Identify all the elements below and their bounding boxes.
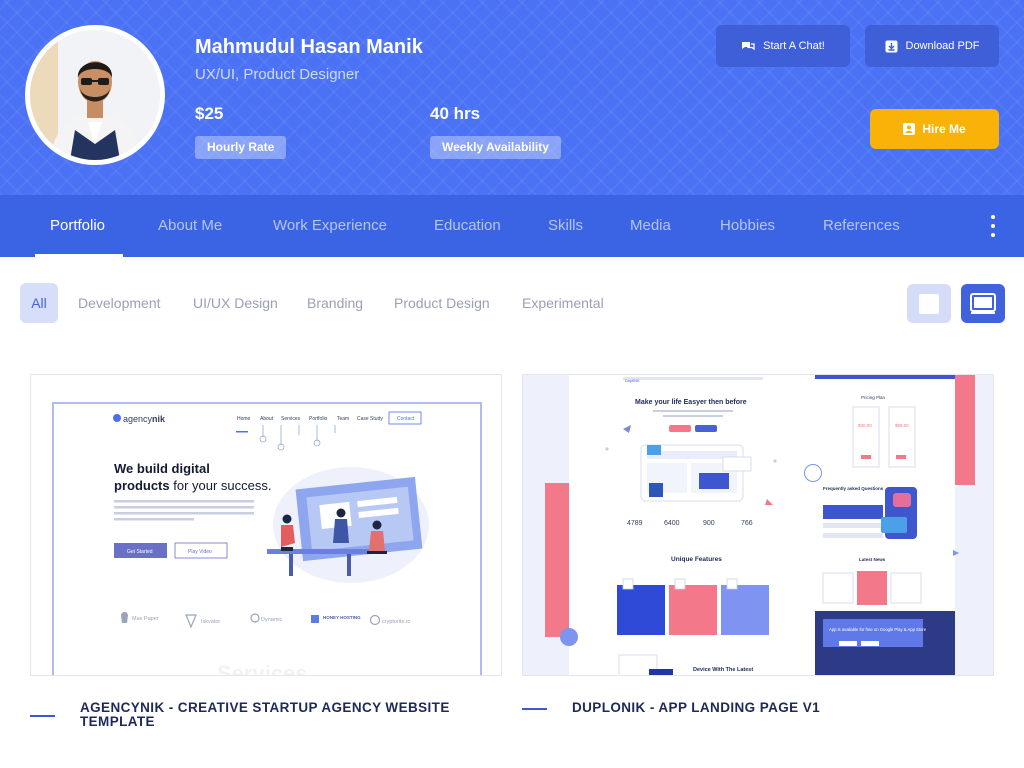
svg-text:900: 900 [703, 520, 715, 527]
hire-me-label: Hire Me [922, 122, 966, 136]
download-icon [885, 40, 897, 52]
profile-role: UX/UI, Product Designer [195, 66, 360, 83]
svg-text:products for your success.: products for your success. [114, 478, 272, 493]
svg-text:766: 766 [741, 520, 753, 527]
svg-text:6400: 6400 [664, 520, 680, 527]
filter-branding[interactable]: Branding [307, 283, 363, 323]
agencynik-mockup: agencynik Home About Services Portfolio … [31, 375, 501, 675]
svg-text:Home: Home [237, 416, 251, 422]
start-chat-button[interactable]: Start A Chat! [716, 25, 850, 67]
svg-text:Latest News: Latest News [859, 557, 886, 562]
svg-text:HONEY HOSTING: HONEY HOSTING [323, 615, 361, 620]
svg-text:Device With The Latest: Device With The Latest [693, 667, 753, 673]
svg-text:Play Video: Play Video [188, 549, 212, 555]
svg-text:We build digital: We build digital [114, 461, 210, 476]
hourly-rate-value: $25 [195, 104, 224, 123]
tab-work-experience[interactable]: Work Experience [273, 195, 387, 257]
svg-text:Services: Services [217, 661, 308, 675]
filter-all[interactable]: All [20, 283, 58, 323]
svg-text:Iskvator: Iskvator [201, 619, 220, 625]
download-pdf-label: Download PDF [905, 40, 980, 52]
svg-text:4789: 4789 [627, 520, 643, 527]
svg-text:$99.00: $99.00 [895, 423, 909, 428]
small-grid-icon [919, 293, 939, 314]
svg-text:Contact: Contact [397, 416, 415, 422]
agencynik-preview-image[interactable]: agencynik Home About Services Portfolio … [30, 374, 502, 676]
active-tab-indicator [35, 254, 123, 257]
svg-text:cryptorite.io: cryptorite.io [382, 619, 410, 625]
duplonik-card-title[interactable]: DUPLONIK - APP LANDING PAGE V1 [572, 701, 972, 715]
profile-header: Mahmudul Hasan Manik UX/UI, Product Desi… [0, 0, 1024, 195]
duplonik-mockup: DupliNK Make your life Easyer then befor… [523, 375, 993, 675]
svg-text:Pricing Plan: Pricing Plan [861, 395, 886, 400]
tab-references[interactable]: References [823, 195, 900, 257]
agencynik-card-title[interactable]: AGENCYNIK - CREATIVE STARTUP AGENCY WEBS… [80, 701, 480, 729]
profile-name: Mahmudul Hasan Manik [195, 36, 423, 58]
svg-text:Make your life Easyer then bef: Make your life Easyer then before [635, 399, 747, 406]
small-grid-view-button[interactable] [907, 284, 951, 323]
download-pdf-button[interactable]: Download PDF [865, 25, 999, 67]
weekly-availability-badge: Weekly Availability [430, 136, 561, 159]
filter-experimental[interactable]: Experimental [522, 283, 604, 323]
svg-text:Portfolio: Portfolio [309, 416, 328, 422]
user-card-icon [903, 123, 916, 135]
svg-text:Unique Features: Unique Features [671, 556, 722, 563]
tab-skills[interactable]: Skills [548, 195, 583, 257]
filter-product-design[interactable]: Product Design [394, 283, 490, 323]
weekly-availability-value: 40 hrs [430, 104, 481, 123]
svg-text:Dynamic: Dynamic [261, 617, 283, 623]
svg-text:Get Started: Get Started [127, 549, 153, 555]
card-accent-line [522, 708, 547, 710]
large-grid-view-button[interactable] [961, 284, 1005, 323]
tab-portfolio[interactable]: Portfolio [50, 195, 105, 257]
more-menu-icon[interactable] [986, 215, 1000, 237]
svg-text:Case Study: Case Study [357, 416, 383, 422]
chat-icon [742, 42, 755, 51]
svg-text:About: About [260, 416, 274, 422]
start-chat-label: Start A Chat! [763, 40, 825, 52]
svg-text:$30.00: $30.00 [858, 423, 872, 428]
avatar-portrait [30, 30, 160, 160]
avatar [25, 25, 165, 165]
tab-hobbies[interactable]: Hobbies [720, 195, 775, 257]
svg-text:Frequently asked Questions: Frequently asked Questions [823, 486, 884, 491]
card-accent-line [30, 715, 55, 717]
svg-text:Max Paper: Max Paper [132, 616, 159, 622]
large-grid-icon [970, 292, 996, 314]
svg-text:Team: Team [337, 416, 349, 422]
section-nav: Portfolio About Me Work Experience Educa… [0, 195, 1024, 257]
filter-development[interactable]: Development [78, 283, 161, 323]
svg-text:App is available for free on G: App is available for free on Google Play… [829, 627, 927, 632]
hourly-rate-badge: Hourly Rate [195, 136, 287, 159]
svg-text:agencynik: agencynik [123, 414, 166, 424]
tab-education[interactable]: Education [434, 195, 501, 257]
svg-text:Services: Services [281, 416, 301, 422]
filter-ui-ux-design[interactable]: UI/UX Design [193, 283, 278, 323]
tab-about-me[interactable]: About Me [158, 195, 222, 257]
svg-text:DupliNK: DupliNK [625, 378, 640, 383]
hire-me-button[interactable]: Hire Me [870, 109, 999, 149]
tab-media[interactable]: Media [630, 195, 671, 257]
duplonik-preview-image[interactable]: DupliNK Make your life Easyer then befor… [522, 374, 994, 676]
